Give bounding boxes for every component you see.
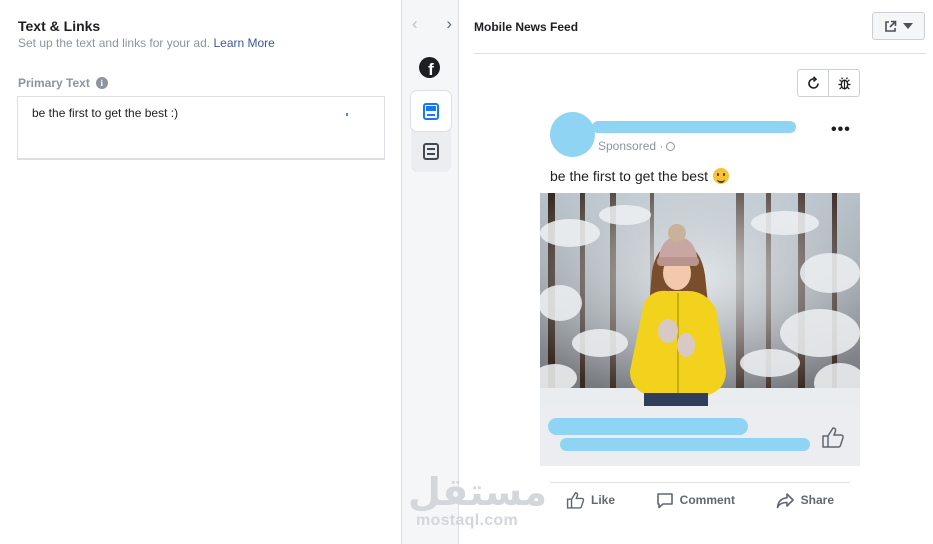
divider <box>474 53 926 54</box>
refresh-button[interactable] <box>798 70 829 96</box>
bug-icon <box>838 76 850 90</box>
sponsored-label: Sponsored · <box>598 139 676 153</box>
comment-icon <box>656 492 673 508</box>
comment-button[interactable]: Comment <box>656 489 735 511</box>
desktop-feed-icon <box>423 142 439 160</box>
info-icon[interactable]: i <box>95 77 108 89</box>
primary-text-label-text: Primary Text <box>18 76 90 90</box>
section-subtitle: Set up the text and links for your ad. L… <box>18 36 275 50</box>
placement-group <box>411 90 451 172</box>
ad-image-art <box>540 193 860 406</box>
like-label: Like <box>591 493 616 507</box>
text-cursor-mark <box>346 113 348 116</box>
post-actions: Like Comment Share <box>550 489 850 511</box>
page-name-redacted <box>592 121 796 133</box>
sponsored-text: Sponsored · <box>598 139 664 153</box>
mobile-feed-icon <box>423 102 439 120</box>
section-subtitle-text: Set up the text and links for your ad. <box>18 36 211 50</box>
like-button[interactable]: Like <box>566 489 615 511</box>
chevron-left-icon[interactable]: ‹ <box>412 14 418 36</box>
thumbs-up-icon[interactable] <box>821 426 845 448</box>
primary-text-label: Primary Text i <box>18 76 108 90</box>
ad-editor: Text & Links Set up the text and links f… <box>0 0 933 544</box>
post-text: be the first to get the best <box>550 168 708 184</box>
smiley-emoji-icon <box>713 168 729 184</box>
watermark-latin: mostaql.com <box>416 512 518 529</box>
preview-nav: ‹ › <box>412 14 452 36</box>
post-primary-text: be the first to get the best <box>550 168 729 184</box>
report-bug-button[interactable] <box>829 70 859 96</box>
comment-label: Comment <box>679 493 735 507</box>
share-icon <box>776 492 794 508</box>
learn-more-link[interactable]: Learn More <box>213 36 274 50</box>
like-icon <box>566 492 585 509</box>
mostaql-watermark: مستقل mostaql.com <box>408 470 547 530</box>
headline-redacted <box>548 418 748 435</box>
ad-preview-panel: Mobile News Feed Sponsored · ••• be the … <box>459 0 933 544</box>
globe-icon <box>666 141 676 151</box>
call-to-action-bar[interactable] <box>540 406 860 466</box>
facebook-glyph: f <box>428 60 434 78</box>
primary-text-value: be the first to get the best :) <box>32 106 179 120</box>
text-links-panel: Text & Links Set up the text and links f… <box>0 0 402 544</box>
open-preview-button[interactable] <box>872 12 925 40</box>
watermark-arabic: مستقل <box>408 470 547 514</box>
more-options-icon[interactable]: ••• <box>831 121 851 139</box>
share-button[interactable]: Share <box>776 489 834 511</box>
external-link-icon <box>885 20 897 32</box>
share-label: Share <box>800 493 834 507</box>
link-description-redacted <box>560 438 810 451</box>
chevron-right-icon[interactable]: › <box>446 14 452 36</box>
page-avatar[interactable] <box>550 112 595 157</box>
placement-rail: ‹ › f <box>402 0 459 544</box>
primary-text-input[interactable]: be the first to get the best :) <box>17 96 385 160</box>
section-title: Text & Links <box>18 18 101 34</box>
refresh-icon <box>807 75 819 89</box>
mobile-feed-placement-button[interactable] <box>411 91 451 131</box>
chevron-down-icon <box>903 23 913 29</box>
actions-divider <box>550 482 850 483</box>
ad-image[interactable] <box>540 193 860 406</box>
facebook-icon[interactable]: f <box>419 57 440 78</box>
desktop-feed-placement-button[interactable] <box>411 131 451 171</box>
preview-tools <box>797 69 860 97</box>
preview-title: Mobile News Feed <box>474 20 579 34</box>
